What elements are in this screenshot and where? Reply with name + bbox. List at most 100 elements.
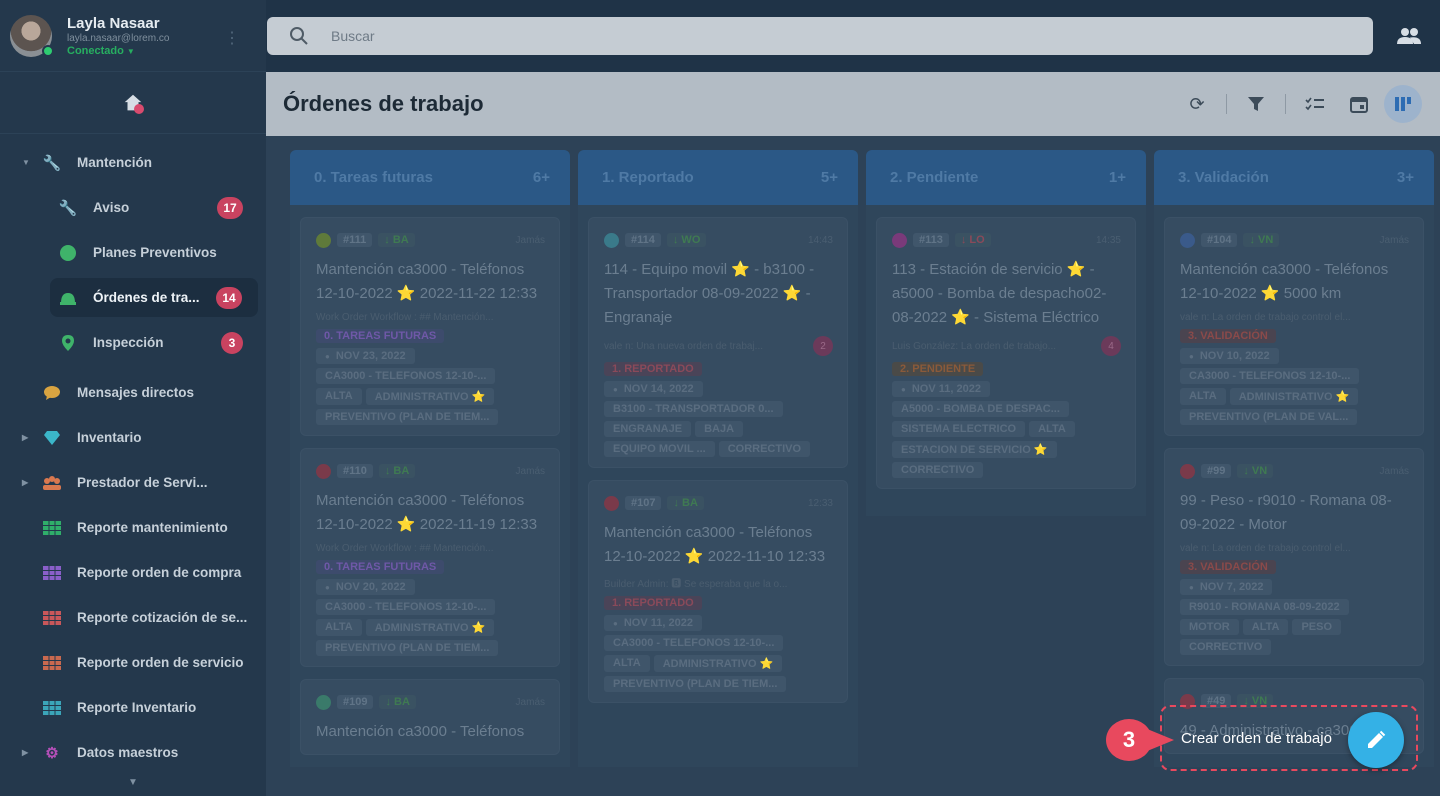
card-date: 12:33 [807, 497, 833, 509]
user-email: layla.nasaar@lorem.co [67, 32, 170, 44]
chevron-right-icon[interactable]: ▶ [22, 433, 28, 442]
toolbar-divider [1226, 94, 1227, 114]
calendar-view-icon[interactable] [1340, 85, 1378, 123]
comment-count-badge: 2 [813, 336, 833, 356]
kanban-board: 0. Tareas futuras 6+ #111 ↓ BA Jamás Manten… [290, 150, 1440, 767]
work-order-card[interactable]: #114 ↓ WO 14:43 114 - Equipo movil ⭐ - b31… [588, 217, 848, 468]
avatar [1180, 232, 1195, 248]
due-date-chip: NOV 11, 2022 [892, 381, 990, 397]
sidebar-item-reporte-orden-de-servicio[interactable]: Reporte orden de servicio [0, 640, 266, 685]
work-order-card[interactable]: #104 ↓ VN Jamás Mantención ca3000 - Teléfo… [1164, 217, 1424, 436]
board-view-icon[interactable] [1384, 85, 1422, 123]
grid-icon [42, 654, 62, 672]
grid-icon [42, 609, 62, 627]
work-order-card[interactable]: #110 ↓ BA Jamás Mantención ca3000 - Teléfo… [300, 448, 560, 667]
work-order-card[interactable]: #113 ↓ LO 14:35 113 - Estación de servicio… [876, 217, 1136, 489]
user-profile[interactable]: Layla Nasaar layla.nasaar@lorem.co Conec… [0, 0, 266, 72]
tag-chip: ALTA [1242, 619, 1289, 635]
page-header: Órdenes de trabajo ⟳ [266, 72, 1440, 136]
search-bar[interactable]: Buscar [267, 17, 1373, 55]
work-order-card[interactable]: #107 ↓ BA 12:33 Mantención ca3000 - Teléfo… [588, 480, 848, 703]
app: Layla Nasaar layla.nasaar@lorem.co Conec… [0, 0, 1440, 796]
sidebar-item-aviso[interactable]: 🔧 Aviso 17 [0, 185, 266, 230]
chevron-down-icon[interactable]: ▼ [22, 158, 30, 167]
toolbar: ⟳ [1172, 85, 1422, 123]
sidebar-item-reporte-orden-de-compra[interactable]: Reporte orden de compra [0, 550, 266, 595]
sidebar-item-reporte-inventario[interactable]: Reporte Inventario [0, 685, 266, 730]
column-header[interactable]: 0. Tareas futuras 6+ [290, 150, 570, 205]
tag-chip: PESO [1292, 619, 1342, 635]
tag-chip: ALTA [316, 619, 362, 636]
sidebar-item-inventario[interactable]: ▶ Inventario [0, 415, 266, 460]
tag-chip: PREVENTIVO (PLAN DE TIEM... [604, 676, 787, 692]
priority-tag: ↓ VN [1237, 464, 1274, 478]
status-badge: 3. VALIDACIÓN [1180, 560, 1276, 574]
avatar[interactable] [10, 14, 54, 57]
order-id: #109 [337, 695, 374, 709]
home-button[interactable] [0, 72, 266, 134]
sidebar-item-inspeccion[interactable]: Inspección 3 [0, 320, 266, 365]
scroll-down-icon[interactable]: ▼ [128, 777, 138, 788]
tag-chip: R9010 - ROMANA 08-09-2022 [1180, 599, 1349, 615]
people-icon[interactable] [1396, 26, 1422, 46]
search-input[interactable]: Buscar [331, 28, 375, 44]
card-title: Mantención ca3000 - Teléfonos 12-10-2022… [316, 492, 538, 533]
create-order-label[interactable]: Crear orden de trabajo [1181, 730, 1332, 747]
order-id: #110 [337, 464, 373, 478]
more-options-icon[interactable]: ⋮ [224, 28, 240, 48]
chevron-right-icon[interactable]: ▶ [22, 478, 28, 487]
card-title: Mantención ca3000 - Teléfonos [316, 723, 525, 740]
filter-icon[interactable] [1237, 85, 1275, 123]
tag-chip: ESTACION DE SERVICIO ⭐ [892, 441, 1057, 458]
work-order-card[interactable]: #111 ↓ BA Jamás Mantención ca3000 - Teléfo… [300, 217, 560, 436]
diamond-icon [42, 429, 62, 447]
priority-tag: ↓ BA [378, 464, 416, 478]
priority-tag: ↓ BA [667, 496, 704, 510]
tag-chip: SISTEMA ELECTRICO [892, 421, 1026, 437]
card-description: Luis González: La orden de trabajo... 4 [892, 336, 1121, 356]
card-title: 99 - Peso - r9010 - Romana 08-09-2022 - … [1180, 492, 1392, 533]
sidebar-item-ordenes-de-trabajo[interactable]: Órdenes de tra... 14 [0, 275, 266, 320]
online-status-dot [42, 44, 54, 57]
card-title: Mantención ca3000 - Teléfonos 12-10-2022… [1180, 261, 1389, 302]
refresh-icon[interactable]: ⟳ [1178, 85, 1216, 123]
column-header[interactable]: 2. Pendiente 1+ [866, 150, 1146, 205]
tag-chip: ADMINISTRATIVO ⭐ [653, 655, 783, 672]
priority-tag: ↓ LO [954, 233, 991, 247]
column-header[interactable]: 3. Validación 3+ [1154, 150, 1434, 205]
group-icon [42, 474, 62, 492]
sidebar-item-planes-preventivos[interactable]: Planes Preventivos [0, 230, 266, 275]
search-icon [290, 27, 308, 45]
avatar [316, 232, 331, 248]
card-title: Mantención ca3000 - Teléfonos 12-10-2022… [604, 524, 826, 565]
sidebar-item-prestador-de-servicios[interactable]: ▶ Prestador de Servi... [0, 460, 266, 505]
sidebar-item-datos-maestros[interactable]: ▶ ⚙ Datos maestros [0, 730, 266, 775]
grid-icon [42, 519, 62, 537]
due-date-chip: NOV 11, 2022 [604, 615, 702, 631]
tag-chip: CORRECTIVO [718, 441, 811, 457]
tag-chip: BAJA [695, 421, 744, 437]
board-column: 0. Tareas futuras 6+ #111 ↓ BA Jamás Manten… [290, 150, 570, 767]
sidebar-item-reporte-mantenimiento[interactable]: Reporte mantenimiento [0, 505, 266, 550]
create-order-button[interactable] [1348, 712, 1404, 768]
user-status[interactable]: Conectado ▼ [67, 45, 169, 57]
clock-icon [58, 244, 78, 262]
board-column: 1. Reportado 5+ #114 ↓ WO 14:43 114 - Equip… [578, 150, 858, 767]
work-order-card[interactable]: #109 ↓ BA Jamás Mantención ca3000 - Teléfo… [300, 679, 560, 755]
checklist-view-icon[interactable] [1296, 85, 1334, 123]
pencil-icon [1368, 730, 1386, 748]
work-order-card[interactable]: #99 ↓ VN Jamás 99 - Peso - r9010 - Romana … [1164, 448, 1424, 666]
order-id: #113 [913, 233, 949, 247]
chevron-right-icon[interactable]: ▶ [22, 748, 28, 757]
sidebar-item-mantencion[interactable]: ▼ 🔧 Mantención [0, 140, 266, 185]
tag-chip: ALTA [316, 388, 362, 405]
sidebar-item-reporte-cotizacion[interactable]: Reporte cotización de se... [0, 595, 266, 640]
count-badge: 17 [217, 196, 243, 219]
map-pin-icon [58, 334, 78, 352]
column-header[interactable]: 1. Reportado 5+ [578, 150, 858, 205]
tag-chip: ALTA [1180, 388, 1226, 405]
tag-chip: ADMINISTRATIVO ⭐ [1229, 388, 1359, 405]
comment-count-badge: 4 [1101, 336, 1121, 356]
order-id: #111 [337, 233, 373, 247]
sidebar-item-mensajes-directos[interactable]: Mensajes directos [0, 370, 266, 415]
